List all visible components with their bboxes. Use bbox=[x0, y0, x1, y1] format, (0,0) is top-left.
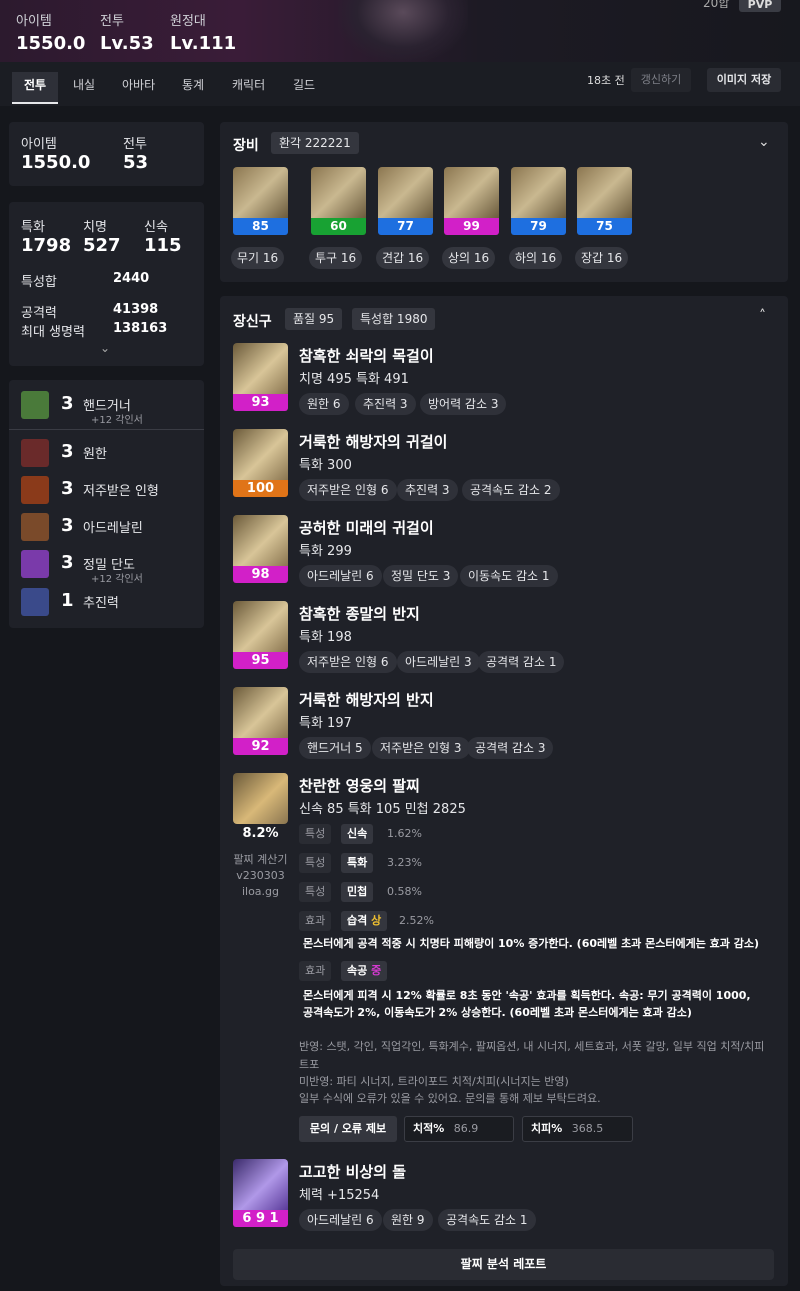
bracelet-calculator-label: 팔찌 계산기 v230303 iloa.gg bbox=[233, 853, 288, 898]
helmet-icon bbox=[311, 167, 366, 218]
engraving-icon bbox=[21, 391, 49, 419]
equipment-shoulder[interactable]: 77 견갑 16 bbox=[376, 167, 433, 269]
refresh-button[interactable]: 갱신하기 bbox=[631, 68, 691, 92]
weapon-icon bbox=[233, 167, 288, 218]
character-portrait bbox=[338, 0, 468, 62]
bracelet-stat-pill: 신속 bbox=[341, 824, 374, 844]
equipment-gloves[interactable]: 75 장갑 16 bbox=[575, 167, 632, 269]
bracelet-name: 찬란한 영웅의 팔찌 bbox=[299, 777, 420, 795]
reflected-note: 트포 bbox=[299, 1058, 320, 1071]
item-level-stat: 아이템 1550.0 bbox=[16, 14, 86, 54]
updated-time: 18초 전 bbox=[587, 74, 625, 87]
equipment-title: 장비 bbox=[233, 138, 259, 154]
pvp-badge[interactable]: PVP bbox=[739, 0, 781, 12]
engraving-row: 3 저주받은 인형 bbox=[21, 476, 201, 506]
bracelet-kind-pill: 특성 bbox=[299, 882, 332, 902]
accessories-title: 장신구 bbox=[233, 314, 272, 330]
quality-badge: 품질 95 bbox=[285, 308, 343, 330]
bracelet-stats: 신속 85 특화 105 민첩 2825 bbox=[299, 802, 466, 817]
bracelet-effect-desc: 몬스터에게 피격 시 12% 확률로 8초 동안 '속공' 효과를 획득한다. … bbox=[303, 989, 751, 1002]
report-error-button[interactable]: 문의 / 오류 제보 bbox=[299, 1116, 397, 1142]
equipment-chest[interactable]: 99 상의 16 bbox=[442, 167, 499, 269]
shoulder-icon bbox=[378, 167, 433, 218]
stone-icon bbox=[233, 1159, 288, 1210]
crit-rate-field[interactable]: 치적% 86.9 bbox=[404, 1116, 514, 1142]
engraving-row: 3 정밀 단도 +12 각인서 bbox=[21, 550, 201, 585]
bracelet-icon bbox=[233, 773, 288, 824]
combat-level-stat: 전투 Lv.53 bbox=[100, 14, 154, 54]
stats-card: 특화 1798 치명 527 신속 115 특성합 2440 공격력 41398… bbox=[9, 202, 204, 366]
earring-icon bbox=[233, 515, 288, 566]
bracelet-effect-pill: 속공 중 bbox=[341, 961, 388, 981]
elixir-badge: 환각 222221 bbox=[271, 132, 359, 154]
reflected-note: 반영: 스탯, 각인, 직업각인, 특화계수, 팔찌옵션, 내 시너지, 세트효… bbox=[299, 1040, 765, 1053]
engraving-icon bbox=[21, 588, 49, 616]
bracelet-kind-pill: 특성 bbox=[299, 853, 332, 873]
bracelet-stat-pill: 특화 bbox=[341, 853, 374, 873]
profile-header: 아이템 1550.0 전투 Lv.53 원정대 Lv.111 20합 PVP bbox=[0, 0, 800, 62]
bracelet-kind-pill: 효과 bbox=[299, 961, 332, 981]
equipment-pants[interactable]: 79 하의 16 bbox=[509, 167, 566, 269]
crit-damage-field[interactable]: 치피% 368.5 bbox=[522, 1116, 633, 1142]
bracelet-report-button[interactable]: 팔찌 분석 레포트 bbox=[233, 1249, 774, 1280]
stat-sum-badge: 특성합 1980 bbox=[352, 308, 436, 330]
bracelet-kind-pill: 효과 bbox=[299, 911, 332, 931]
ring-icon bbox=[233, 601, 288, 652]
pants-icon bbox=[511, 167, 566, 218]
bracelet-stat-pill: 민첩 bbox=[341, 882, 374, 902]
ring-icon bbox=[233, 687, 288, 738]
expand-up-chevron-icon[interactable]: ˄ bbox=[759, 308, 766, 324]
engraving-icon bbox=[21, 513, 49, 541]
bracelet-effect-desc: 몬스터에게 공격 적중 시 치명타 피해량이 10% 증가한다. (60레벨 초… bbox=[303, 937, 760, 950]
tab-stats[interactable]: 통계 bbox=[182, 72, 204, 104]
engraving-icon bbox=[21, 550, 49, 578]
level-summary-card: 아이템 1550.0 전투 53 bbox=[9, 122, 204, 186]
earring-icon bbox=[233, 429, 288, 480]
gloves-icon bbox=[577, 167, 632, 218]
equipment-helmet[interactable]: 60 투구 16 bbox=[309, 167, 366, 269]
tab-combat[interactable]: 전투 bbox=[12, 72, 59, 104]
necklace-icon bbox=[233, 343, 288, 394]
engraving-icon bbox=[21, 439, 49, 467]
tab-character[interactable]: 캐릭터 bbox=[232, 72, 265, 104]
engravings-card: 3 핸드거너 +12 각인서 3 원한 3 저주받은 인형 3 아드레날린 3 … bbox=[9, 380, 204, 628]
bracelet-effect-desc: 공격속도가 2%, 이동속도가 2% 상승한다. (60레벨 초과 몬스터에게는… bbox=[303, 1006, 692, 1019]
engraving-row: 3 아드레날린 bbox=[21, 513, 201, 543]
disclaimer-note: 일부 수식에 오류가 있을 수 있어요. 문의를 통해 제보 부탁드려요. bbox=[299, 1092, 601, 1105]
equipment-weapon[interactable]: 85 무기 16 bbox=[231, 167, 288, 269]
bracelet-percent: 8.2% bbox=[242, 826, 279, 841]
divider bbox=[9, 429, 204, 430]
bracelet-kind-pill: 특성 bbox=[299, 824, 332, 844]
unreflected-note: 미반영: 파티 시너지, 트라이포드 치적/치피(시너지는 반영) bbox=[299, 1075, 569, 1088]
pvp-count: 20합 bbox=[703, 0, 730, 10]
collapse-chevron-icon[interactable]: ⌄ bbox=[758, 134, 770, 150]
bracelet-effect-pill: 습격 상 bbox=[341, 911, 388, 931]
engraving-icon bbox=[21, 476, 49, 504]
expedition-level-stat: 원정대 Lv.111 bbox=[170, 14, 237, 54]
expand-chevron-icon[interactable]: ⌄ bbox=[100, 341, 110, 355]
save-image-button[interactable]: 이미지 저장 bbox=[707, 68, 781, 92]
tab-avatar[interactable]: 아바타 bbox=[122, 72, 155, 104]
chest-icon bbox=[444, 167, 499, 218]
engraving-row: 1 추진력 bbox=[21, 588, 201, 618]
tab-guild[interactable]: 길드 bbox=[293, 72, 315, 104]
tab-internal[interactable]: 내실 bbox=[73, 72, 95, 104]
engraving-row: 3 핸드거너 +12 각인서 bbox=[21, 391, 201, 426]
engraving-row: 3 원한 bbox=[21, 439, 201, 469]
